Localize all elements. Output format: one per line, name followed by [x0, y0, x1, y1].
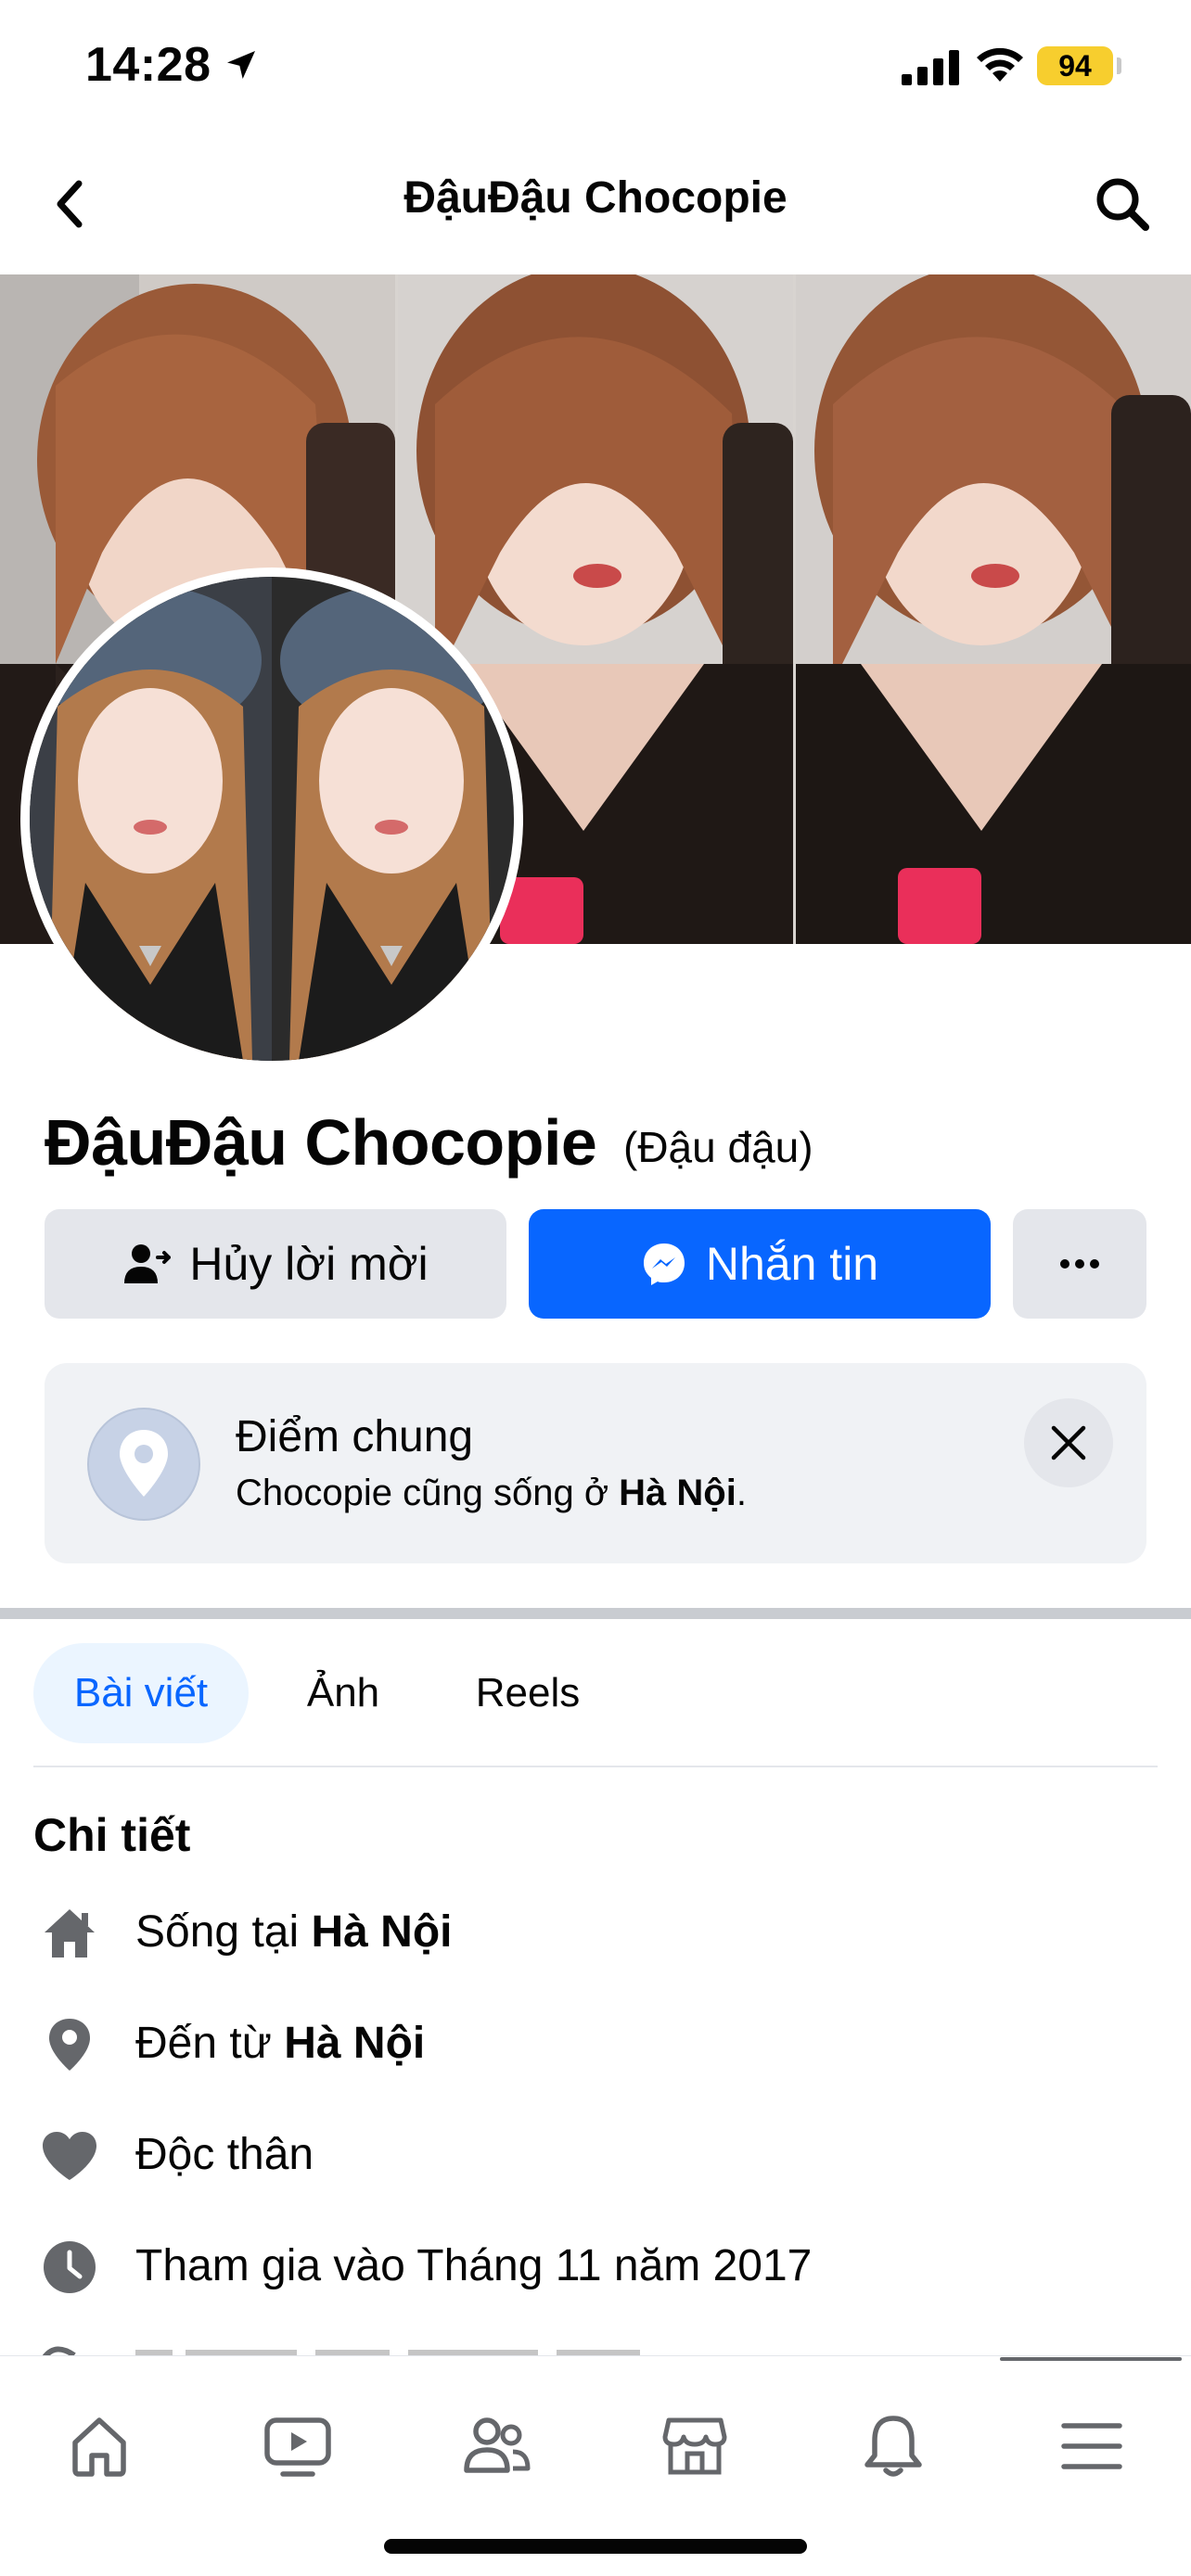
section-divider [0, 1608, 1191, 1619]
tab-posts[interactable]: Bài viết [33, 1643, 249, 1743]
marketplace-icon [662, 2417, 727, 2475]
search-icon [1096, 178, 1149, 231]
home-icon [72, 2417, 126, 2477]
home-icon [41, 1905, 98, 1962]
location-arrow-icon [227, 51, 255, 79]
mutual-text: Chocopie cũng sống ở Hà Nội. [236, 1473, 747, 1513]
partially-visible-row [0, 2337, 1191, 2357]
video-icon [264, 2417, 331, 2477]
detail-text: Độc thân [135, 2130, 314, 2179]
home-indicator [384, 2539, 807, 2554]
tabbar-home[interactable] [48, 2395, 150, 2497]
more-options-button[interactable] [1013, 1209, 1146, 1319]
menu-icon [1061, 2423, 1122, 2469]
notifications-bell-icon [864, 2416, 922, 2477]
battery-icon: 94 [1037, 46, 1113, 85]
messenger-icon [641, 1241, 687, 1287]
detail-text: Sống tại Hà Nội [135, 1907, 453, 1957]
cancel-friend-request-label: Hủy lời mời [189, 1238, 429, 1290]
status-bar: 14:28 94 [0, 0, 1191, 130]
nav-header: ĐậuĐậu Chocopie [0, 139, 1191, 269]
details-heading: Chi tiết [33, 1809, 191, 1861]
tabbar-menu[interactable] [1041, 2395, 1143, 2497]
mutual-info-card: Điểm chung Chocopie cũng sống ở Hà Nội. [45, 1363, 1146, 1563]
dismiss-button[interactable] [1024, 1398, 1113, 1487]
alternate-name: (Đậu đậu) [623, 1123, 813, 1171]
tabs-divider [33, 1766, 1158, 1767]
mutual-title: Điểm chung [236, 1412, 474, 1461]
clock-icon [41, 2238, 98, 2296]
person-cancel-icon [122, 1243, 172, 1285]
tab-reels[interactable]: Reels [442, 1643, 614, 1743]
cover-photo-panel [796, 274, 1191, 944]
message-button[interactable]: Nhắn tin [529, 1209, 991, 1319]
location-pin-icon [41, 2016, 98, 2073]
avatar[interactable] [30, 577, 514, 1061]
battery-nub [1117, 57, 1121, 74]
search-button[interactable] [1085, 167, 1159, 241]
detail-relationship: Độc thân [0, 2109, 1191, 2192]
wifi-icon [977, 47, 1023, 82]
cellular-signal-icon [902, 50, 959, 85]
mutual-location-icon [87, 1408, 200, 1521]
close-icon [1051, 1425, 1086, 1460]
detail-text: Đến từ Hà Nội [135, 2019, 426, 2068]
tabbar-friends[interactable] [445, 2395, 547, 2497]
profile-name: ĐậuĐậu Chocopie [45, 1106, 597, 1179]
heart-icon [41, 2127, 98, 2185]
tab-bar-active-indicator [1000, 2357, 1182, 2361]
header-title: ĐậuĐậu Chocopie [403, 173, 788, 223]
message-label: Nhắn tin [705, 1238, 879, 1290]
tabbar-marketplace[interactable] [644, 2395, 746, 2497]
detail-text: Tham gia vào Tháng 11 năm 2017 [135, 2241, 813, 2290]
cancel-friend-request-button[interactable]: Hủy lời mời [45, 1209, 506, 1319]
more-dots-icon [1060, 1259, 1099, 1269]
tabbar-notifications[interactable] [842, 2395, 944, 2497]
detail-from: Đến từ Hà Nội [0, 1997, 1191, 2081]
detail-lives-in: Sống tại Hà Nội [0, 1886, 1191, 1970]
tabbar-video[interactable] [247, 2395, 349, 2497]
mutual-place: Hà Nội [619, 1473, 736, 1513]
status-time: 14:28 [85, 38, 211, 92]
tab-photos[interactable]: Ảnh [275, 1643, 412, 1743]
detail-joined: Tham gia vào Tháng 11 năm 2017 [0, 2220, 1191, 2303]
friends-icon [464, 2417, 531, 2473]
